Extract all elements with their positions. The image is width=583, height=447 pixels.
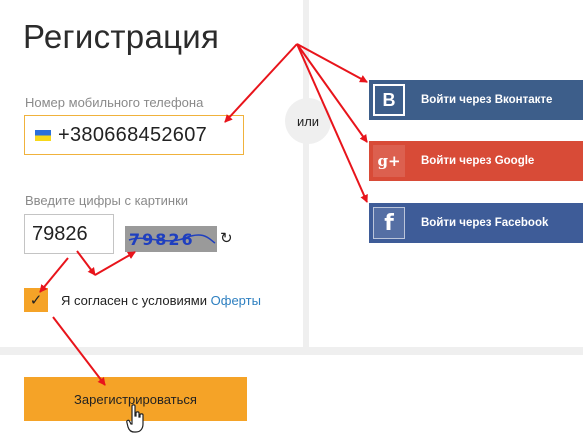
phone-label: Номер мобильного телефона bbox=[25, 95, 204, 110]
phone-value: +380668452607 bbox=[58, 123, 208, 146]
agree-label: Я согласен с условиями Оферты bbox=[61, 293, 261, 308]
captcha-image-text: 79826 bbox=[129, 230, 195, 249]
offer-link[interactable]: Оферты bbox=[211, 293, 261, 308]
captcha-label: Введите цифры с картинки bbox=[25, 193, 189, 208]
agree-text: Я согласен с условиями bbox=[61, 293, 208, 308]
vk-icon: B bbox=[373, 84, 405, 116]
registration-panel: Регистрация Номер мобильного телефона +3… bbox=[0, 0, 303, 347]
agree-checkbox[interactable]: ✓ bbox=[24, 288, 48, 312]
hand-cursor-icon bbox=[126, 404, 144, 433]
page-title: Регистрация bbox=[23, 18, 220, 55]
captcha-image: 79826 bbox=[125, 226, 217, 252]
vk-login-button[interactable]: B Войти через Вконтакте bbox=[369, 80, 583, 120]
facebook-login-button[interactable]: f Войти через Facebook bbox=[369, 203, 583, 243]
facebook-login-label: Войти через Facebook bbox=[421, 217, 549, 229]
google-plus-icon: g+ bbox=[373, 145, 405, 177]
or-divider: или bbox=[285, 98, 331, 144]
google-login-label: Войти через Google bbox=[421, 155, 535, 167]
ukraine-flag-icon bbox=[35, 129, 51, 141]
vk-login-label: Войти через Вконтакте bbox=[421, 94, 553, 106]
facebook-icon: f bbox=[373, 207, 405, 239]
captcha-input[interactable]: 79826 bbox=[24, 214, 114, 254]
checkmark-icon: ✓ bbox=[29, 292, 43, 309]
refresh-captcha-icon[interactable]: ↻ bbox=[220, 229, 233, 247]
google-login-button[interactable]: g+ Войти через Google bbox=[369, 141, 583, 181]
phone-input[interactable]: +380668452607 bbox=[24, 115, 244, 155]
